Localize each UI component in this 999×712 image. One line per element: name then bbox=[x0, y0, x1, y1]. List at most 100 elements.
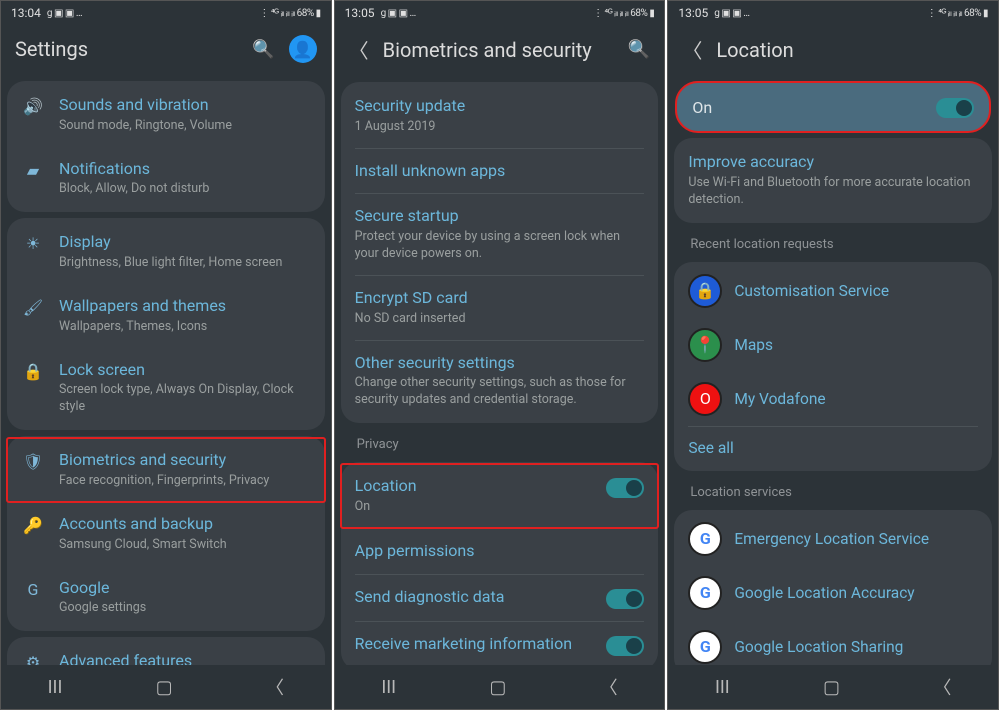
location-service-row[interactable]: G Google Location Accuracy bbox=[674, 566, 992, 620]
app-icon: G bbox=[688, 630, 722, 664]
settings-row[interactable]: 🛡Biometrics and securityFace recognition… bbox=[7, 438, 325, 502]
privacy-row[interactable]: Send diagnostic data bbox=[341, 575, 659, 621]
settings-row[interactable]: ☀DisplayBrightness, Blue light filter, H… bbox=[7, 220, 325, 284]
improve-accuracy-row[interactable]: Improve accuracy Use Wi-Fi and Bluetooth… bbox=[674, 140, 992, 221]
row-title: Install unknown apps bbox=[355, 161, 645, 182]
location-list[interactable]: On Improve accuracy Use Wi-Fi and Blueto… bbox=[668, 76, 998, 665]
recents-button[interactable]: III bbox=[367, 671, 410, 704]
privacy-row[interactable]: LocationOn bbox=[341, 464, 659, 528]
back-button[interactable]: 〈 bbox=[586, 668, 632, 706]
app-icon: 📍 bbox=[688, 328, 722, 362]
settings-row[interactable]: ⚙Advanced featuresMotions and gestures, … bbox=[7, 639, 325, 665]
back-icon[interactable]: 〈 bbox=[682, 35, 702, 64]
improve-sub: Use Wi-Fi and Bluetooth for more accurat… bbox=[688, 175, 978, 209]
status-bar: 13:05 g ▣ ▣ … ⋮ ⁴ᴳ ᵢₗₗ ᵢₗₗ ᵢₗₗ 68% ▮ bbox=[335, 1, 665, 25]
privacy-row[interactable]: Receive marketing information bbox=[341, 622, 659, 665]
settings-row[interactable]: 🔑Accounts and backupSamsung Cloud, Smart… bbox=[7, 502, 325, 566]
status-icons-right: ⋮ ⁴ᴳ ᵢₗₗ ᵢₗₗ ᵢₗₗ 68% ▮ bbox=[259, 8, 320, 19]
recent-app-row[interactable]: 📍 Maps bbox=[674, 318, 992, 372]
status-icons-left: g ▣ ▣ … bbox=[714, 8, 749, 19]
security-row[interactable]: Secure startupProtect your device by usi… bbox=[341, 194, 659, 275]
settings-row[interactable]: 🖌Wallpapers and themesWallpapers, Themes… bbox=[7, 284, 325, 348]
recents-button[interactable]: III bbox=[34, 671, 77, 704]
location-service-row[interactable]: GEmergency Location Service bbox=[674, 512, 992, 566]
clock: 13:04 bbox=[11, 6, 41, 20]
security-row[interactable]: Security update1 August 2019 bbox=[341, 84, 659, 148]
row-sub: No SD card inserted bbox=[355, 311, 645, 328]
row-icon: 🖌 bbox=[21, 296, 45, 317]
home-button[interactable]: ▢ bbox=[475, 671, 520, 704]
row-title: Biometrics and security bbox=[59, 450, 311, 471]
security-row[interactable]: Encrypt SD cardNo SD card inserted bbox=[341, 276, 659, 340]
page-title: Biometrics and security bbox=[383, 38, 614, 62]
app-label: Customisation Service bbox=[734, 282, 889, 300]
search-icon[interactable]: 🔍 bbox=[252, 39, 274, 60]
settings-row[interactable]: ▰NotificationsBlock, Allow, Do not distu… bbox=[7, 147, 325, 211]
app-label: Maps bbox=[734, 336, 773, 354]
row-icon: ☀ bbox=[21, 232, 45, 253]
settings-row[interactable]: 🔊Sounds and vibrationSound mode, Rington… bbox=[7, 83, 325, 147]
toggle[interactable] bbox=[606, 636, 644, 656]
nav-bar: III ▢ 〈 bbox=[668, 665, 998, 709]
status-bar: 13:04 g ▣ ▣ … ⋮ ⁴ᴳ ᵢₗₗ ᵢₗₗ ᵢₗₗ 68% ▮ bbox=[1, 1, 331, 25]
settings-row[interactable]: GGoogleGoogle settings bbox=[7, 566, 325, 630]
header: Settings 🔍 👤 bbox=[1, 25, 331, 75]
row-sub: On bbox=[355, 499, 593, 516]
privacy-row[interactable]: App permissions bbox=[341, 529, 659, 574]
location-service-row[interactable]: GGoogle Location Sharing bbox=[674, 620, 992, 665]
security-row[interactable]: Install unknown apps bbox=[341, 149, 659, 194]
row-title: Receive marketing information bbox=[355, 634, 593, 655]
header: 〈 Biometrics and security 🔍 bbox=[335, 25, 665, 76]
toggle[interactable] bbox=[606, 589, 644, 609]
row-icon: 🔊 bbox=[21, 95, 45, 116]
recents-button[interactable]: III bbox=[701, 671, 744, 704]
service-label: Google Location Accuracy bbox=[734, 584, 914, 602]
recent-app-row[interactable]: O My Vodafone bbox=[674, 372, 992, 426]
back-button[interactable]: 〈 bbox=[252, 668, 298, 706]
app-label: My Vodafone bbox=[734, 390, 825, 408]
phone-biometrics: 13:05 g ▣ ▣ … ⋮ ⁴ᴳ ᵢₗₗ ᵢₗₗ ᵢₗₗ 68% ▮ 〈 B… bbox=[334, 0, 666, 710]
app-icon: 🔒 bbox=[688, 274, 722, 308]
back-button[interactable]: 〈 bbox=[919, 668, 965, 706]
row-title: Security update bbox=[355, 96, 645, 117]
app-icon: G bbox=[688, 576, 722, 610]
section-recent: Recent location requests bbox=[674, 229, 992, 256]
see-all-button[interactable]: See all bbox=[674, 427, 992, 469]
row-title: App permissions bbox=[355, 541, 645, 562]
search-icon[interactable]: 🔍 bbox=[628, 39, 650, 60]
back-icon[interactable]: 〈 bbox=[349, 35, 369, 64]
status-icons-left: g ▣ ▣ … bbox=[381, 8, 416, 19]
toggle[interactable] bbox=[606, 478, 644, 498]
recent-app-row[interactable]: 🔒 Customisation Service bbox=[674, 264, 992, 318]
row-sub: Samsung Cloud, Smart Switch bbox=[59, 537, 311, 554]
biometrics-list[interactable]: Security update1 August 2019 Install unkn… bbox=[335, 76, 665, 665]
row-sub: Protect your device by using a screen lo… bbox=[355, 229, 645, 263]
row-sub: Sound mode, Ringtone, Volume bbox=[59, 118, 311, 135]
profile-avatar[interactable]: 👤 bbox=[289, 35, 317, 63]
clock: 13:05 bbox=[345, 6, 375, 20]
row-icon: ▰ bbox=[21, 159, 45, 180]
row-sub: Change other security settings, such as … bbox=[355, 375, 645, 409]
status-icons-left: g ▣ ▣ … bbox=[47, 8, 82, 19]
app-icon: O bbox=[688, 382, 722, 416]
settings-list[interactable]: 🔊Sounds and vibrationSound mode, Rington… bbox=[1, 75, 331, 665]
section-services: Location services bbox=[674, 477, 992, 504]
row-sub: Google settings bbox=[59, 600, 311, 617]
location-toggle[interactable] bbox=[936, 98, 974, 118]
row-title: Other security settings bbox=[355, 353, 645, 374]
security-row[interactable]: Other security settingsChange other secu… bbox=[341, 341, 659, 422]
status-icons-right: ⋮ ⁴ᴳ ᵢₗₗ ᵢₗₗ ᵢₗₗ 68% ▮ bbox=[593, 8, 654, 19]
settings-row[interactable]: 🔒Lock screenScreen lock type, Always On … bbox=[7, 348, 325, 429]
row-title: Accounts and backup bbox=[59, 514, 311, 535]
nav-bar: III ▢ 〈 bbox=[335, 665, 665, 709]
status-bar: 13:05 g ▣ ▣ … ⋮ ⁴ᴳ ᵢₗₗ ᵢₗₗ ᵢₗₗ 68% ▮ bbox=[668, 1, 998, 25]
home-button[interactable]: ▢ bbox=[142, 671, 187, 704]
location-master-toggle-row[interactable]: On bbox=[676, 82, 990, 132]
row-title: Notifications bbox=[59, 159, 311, 180]
page-title: Settings bbox=[15, 37, 238, 61]
home-button[interactable]: ▢ bbox=[809, 671, 854, 704]
row-icon: 🔒 bbox=[21, 360, 45, 381]
row-sub: Face recognition, Fingerprints, Privacy bbox=[59, 473, 311, 490]
row-title: Secure startup bbox=[355, 206, 645, 227]
clock: 13:05 bbox=[678, 6, 708, 20]
